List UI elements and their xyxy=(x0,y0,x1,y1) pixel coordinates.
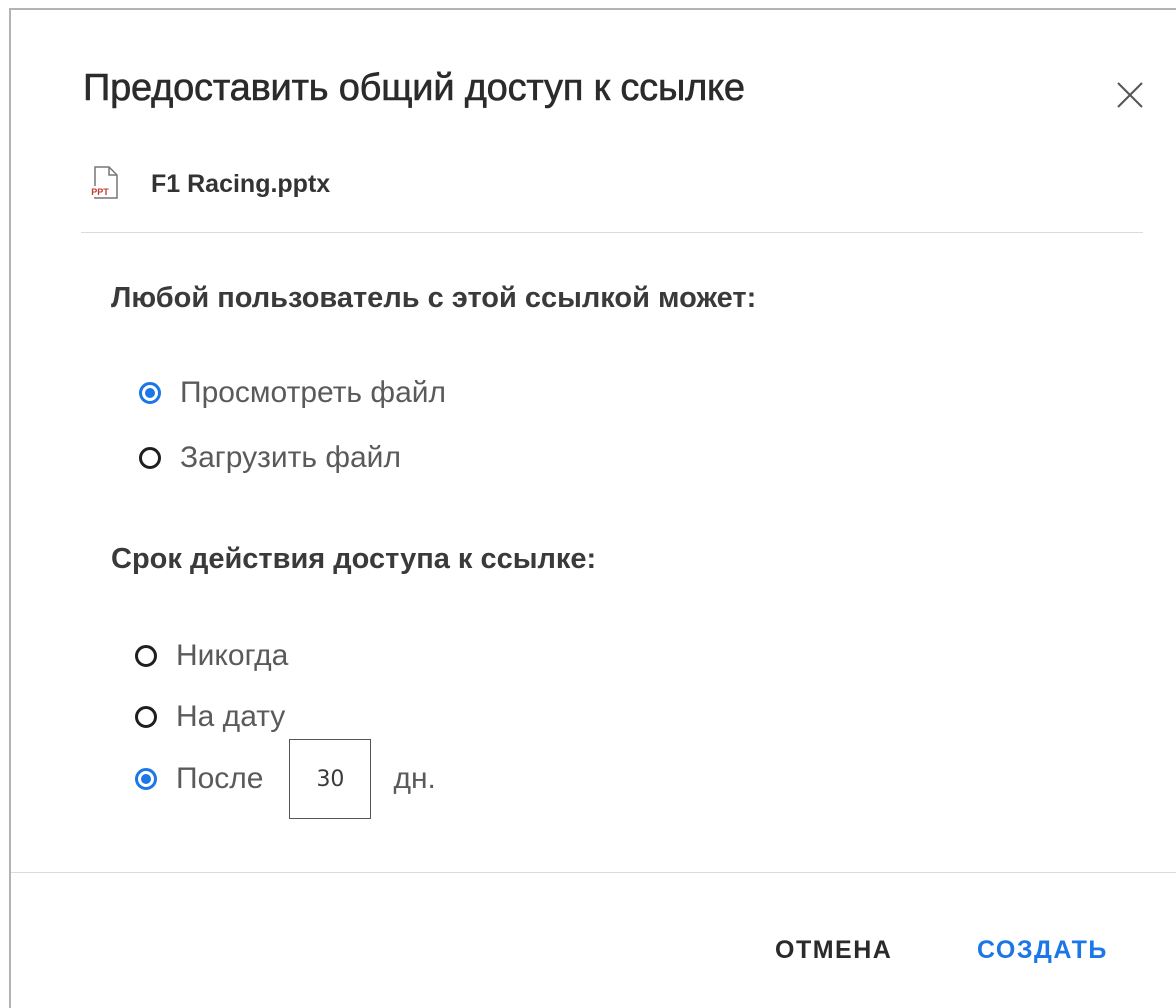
create-button[interactable]: СОЗДАТЬ xyxy=(977,936,1108,965)
days-unit-label: дн. xyxy=(393,762,436,795)
share-link-dialog: Предоставить общий доступ к ссылке PPT F… xyxy=(9,8,1176,1008)
option-label: После xyxy=(176,762,264,795)
option-label: Никогда xyxy=(176,639,289,672)
radio-download-file[interactable] xyxy=(139,447,161,469)
pptx-file-icon: PPT xyxy=(87,166,118,199)
permissions-label: Любой пользователь с этой ссылкой может: xyxy=(111,282,757,314)
file-row: PPT F1 Racing.pptx xyxy=(87,164,330,204)
close-button[interactable] xyxy=(1113,78,1147,112)
file-name: F1 Racing.pptx xyxy=(151,169,331,198)
option-view-file[interactable]: Просмотреть файл xyxy=(139,376,446,410)
radio-on-date[interactable] xyxy=(135,706,157,728)
option-after-days[interactable]: После дн. xyxy=(135,739,436,819)
close-icon xyxy=(1117,82,1143,108)
option-label: На дату xyxy=(176,700,286,733)
option-label: Просмотреть файл xyxy=(180,376,447,409)
footer-divider xyxy=(11,872,1176,873)
option-download-file[interactable]: Загрузить файл xyxy=(139,441,401,475)
expiration-label: Срок действия доступа к ссылке: xyxy=(111,543,597,575)
radio-never[interactable] xyxy=(135,645,157,667)
header-divider xyxy=(81,232,1143,233)
radio-view-file[interactable] xyxy=(139,382,161,404)
radio-after-days[interactable] xyxy=(135,768,157,790)
dialog-title: Предоставить общий доступ к ссылке xyxy=(83,67,746,110)
option-never[interactable]: Никогда xyxy=(135,639,288,673)
option-on-date[interactable]: На дату xyxy=(135,700,285,734)
option-label: Загрузить файл xyxy=(180,441,401,474)
file-icon-label: PPT xyxy=(91,187,109,197)
cancel-button[interactable]: ОТМЕНА xyxy=(775,936,892,965)
days-input[interactable] xyxy=(289,739,372,819)
